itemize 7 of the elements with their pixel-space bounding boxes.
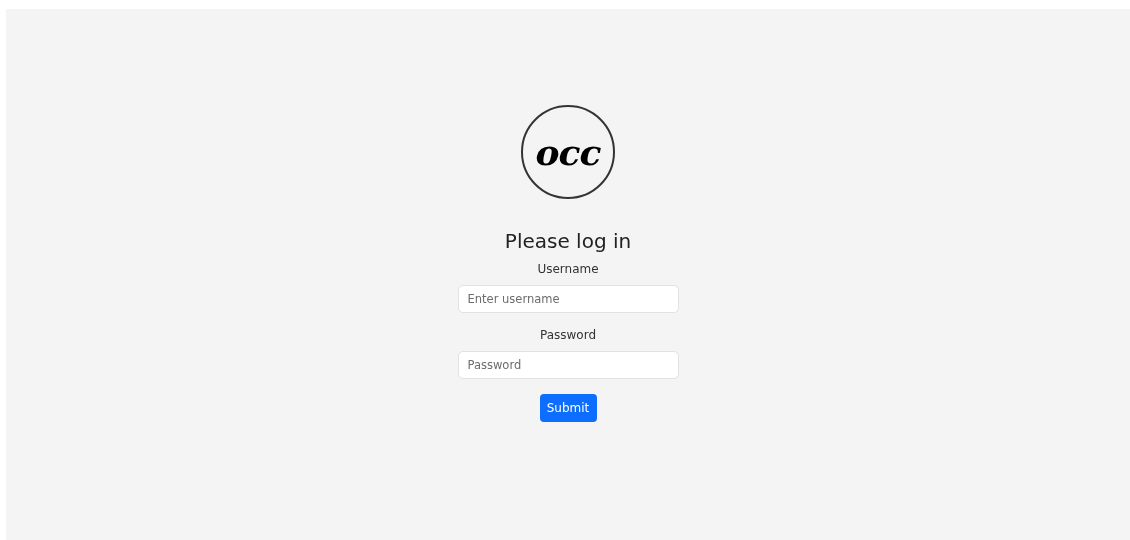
input-field[interactable]: Enter username [457, 285, 679, 313]
field-label: Password [539, 327, 597, 343]
logo-text: occ [535, 131, 601, 173]
submit-button[interactable]: Submit [539, 394, 597, 422]
input-field[interactable]: Password [457, 351, 679, 379]
field-label: Username [537, 261, 599, 277]
page-title: Please log in [504, 229, 632, 253]
